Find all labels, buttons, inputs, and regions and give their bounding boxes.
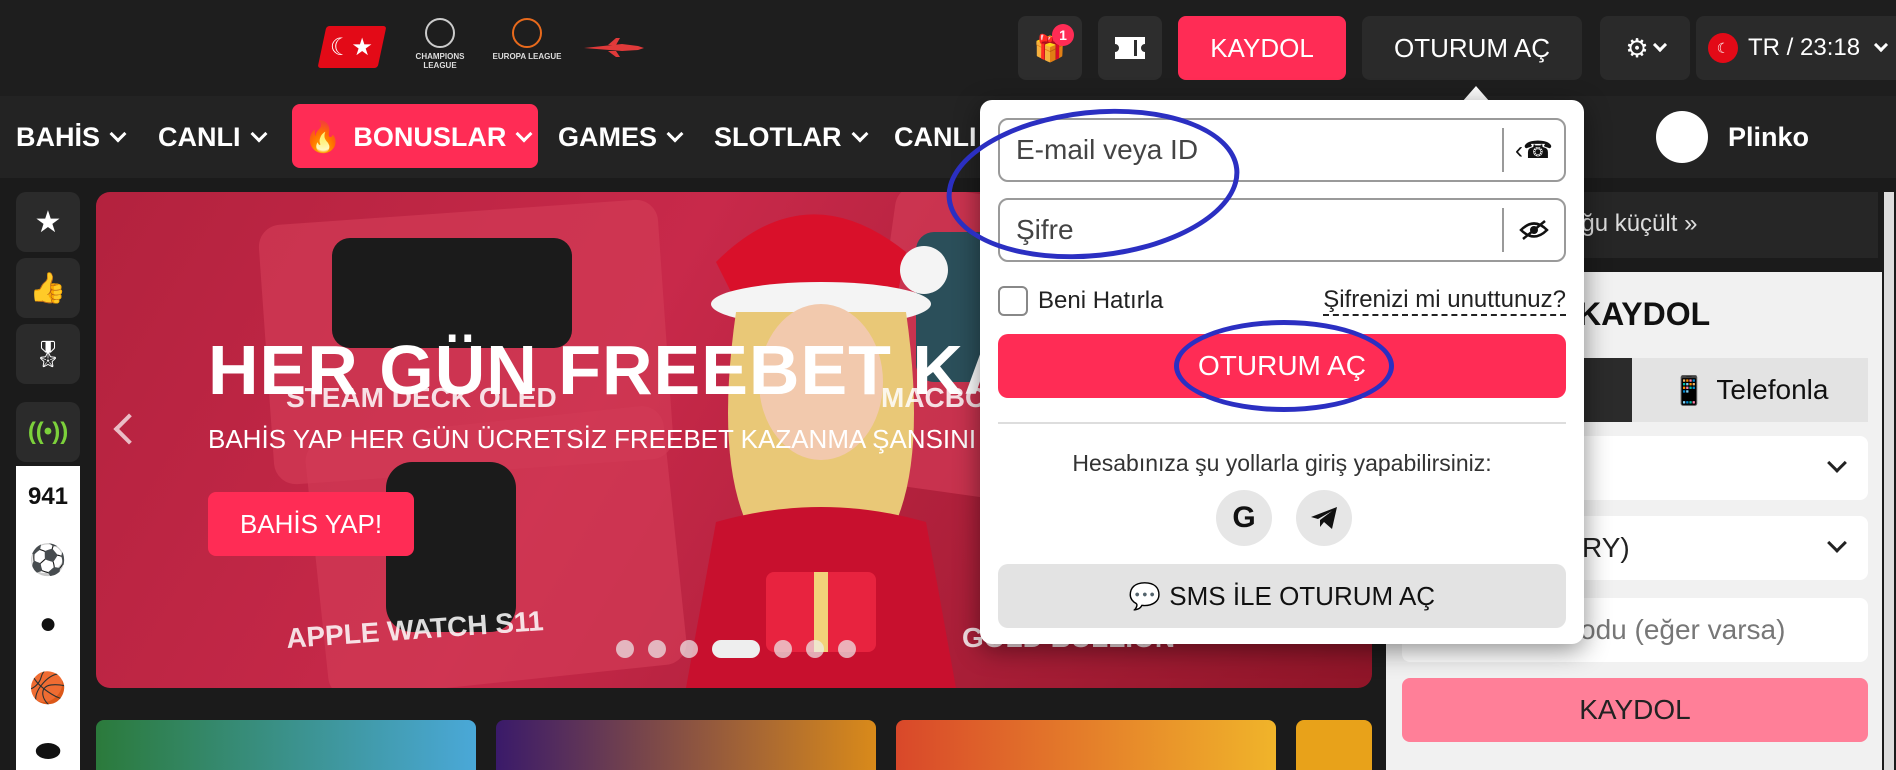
banner-prev-arrow[interactable] — [113, 413, 145, 445]
football-button[interactable]: ⚽ — [16, 528, 80, 592]
live-icon: ((•)) — [27, 418, 69, 445]
pagination-dot[interactable] — [680, 640, 698, 658]
telegram-login-button[interactable] — [1296, 490, 1352, 546]
language-time-label: TR / 23:18 — [1748, 34, 1861, 61]
event-count: 941 — [16, 466, 80, 528]
europa-league-logo[interactable]: EUROPA LEAGUE — [492, 18, 562, 61]
live-button[interactable]: ((•)) — [16, 402, 80, 462]
chat-icon: 💬 — [1128, 580, 1162, 611]
nav-item-bonuslar[interactable]: 🔥 BONUSLAR — [304, 96, 533, 178]
tennis-icon: ● — [38, 607, 58, 640]
popular-button[interactable]: 👍 — [16, 258, 80, 318]
remember-checkbox[interactable] — [998, 286, 1028, 316]
turkey-flag-icon[interactable]: ☾★ — [317, 26, 387, 68]
chevron-down-icon — [515, 125, 533, 143]
phone-icon: 📱 — [1671, 374, 1707, 406]
phone-icon: ‹☎ — [1515, 136, 1553, 164]
chevron-down-icon — [666, 125, 684, 143]
nav-item-games[interactable]: GAMES — [558, 96, 684, 178]
forgot-password-link[interactable]: Şifrenizi mi unuttunuz? — [1323, 286, 1566, 316]
plinko-ball-icon — [1656, 111, 1708, 163]
game-thumbnail[interactable] — [496, 720, 876, 770]
football-icon: ⚽ — [29, 543, 67, 577]
champions-league-logo[interactable]: CHAMPIONS LEAGUE — [405, 18, 475, 70]
annotation-ellipse — [1174, 320, 1394, 412]
sms-login-button[interactable]: 💬 SMS İLE OTURUM AÇ — [998, 564, 1566, 628]
collapse-toggle[interactable]: oğu küçült » — [1568, 210, 1697, 238]
chevron-down-icon — [1652, 37, 1667, 53]
bet-now-button[interactable]: BAHİS YAP! — [208, 492, 414, 556]
hockey-icon: ⬬ — [35, 735, 61, 768]
google-icon: G — [1232, 501, 1256, 534]
banner-subtitle: BAHİS YAP HER GÜN ÜCRETSİZ FREEBET KAZAN… — [208, 424, 977, 454]
tennis-button[interactable]: ● — [16, 592, 80, 656]
chevron-down-icon — [1827, 533, 1847, 553]
gift-count-badge: 1 — [1052, 24, 1074, 46]
thumbs-up-icon: 👍 — [29, 271, 67, 305]
game-thumbnail[interactable] — [1296, 720, 1372, 770]
eye-off-icon — [1519, 220, 1549, 240]
game-thumbnail[interactable] — [96, 720, 476, 770]
pagination-dot[interactable] — [648, 640, 666, 658]
uel-trophy-icon — [512, 18, 542, 48]
login-button[interactable]: OTURUM AÇ — [1362, 16, 1582, 80]
sport-sidebar: ★ 👍 🎖 ((•)) 941 ⚽ ● 🏀 ⬬ — [16, 192, 80, 770]
award-icon: 🎖 — [31, 338, 65, 369]
basketball-button[interactable]: 🏀 — [16, 656, 80, 720]
google-login-button[interactable]: G — [1216, 490, 1272, 546]
favorites-button[interactable]: ★ — [16, 192, 80, 252]
hockey-button[interactable]: ⬬ — [16, 720, 80, 770]
nav-item-canli[interactable]: CANLI — [158, 96, 267, 178]
pagination-dot[interactable] — [838, 640, 856, 658]
register-submit-button[interactable]: KAYDOL — [1402, 678, 1868, 742]
top-events-button[interactable]: 🎖 — [16, 324, 80, 384]
pagination-dot-active[interactable] — [712, 640, 760, 658]
register-button[interactable]: KAYDOL — [1178, 16, 1346, 80]
chevron-down-icon — [250, 125, 267, 143]
chevron-down-icon — [1827, 453, 1847, 473]
telegram-icon — [1311, 507, 1337, 529]
aviator-plane-icon[interactable] — [582, 36, 646, 58]
divider — [998, 422, 1566, 424]
show-password-toggle[interactable] — [1502, 208, 1564, 252]
pagination-dot[interactable] — [774, 640, 792, 658]
chevron-down-icon — [1873, 37, 1889, 53]
chevron-down-icon — [109, 125, 127, 143]
gift-button[interactable]: 🎁 1 — [1018, 16, 1082, 80]
ucl-ball-icon — [425, 18, 455, 48]
remember-me[interactable]: Beni Hatırla — [998, 286, 1163, 316]
pagination-dot[interactable] — [616, 640, 634, 658]
nav-item-bahis[interactable]: BAHİS — [16, 96, 127, 178]
register-title: KAYDOL — [1578, 296, 1711, 332]
star-icon: ★ — [34, 205, 62, 239]
social-login-text: Hesabınıza şu yollarla giriş yapabilirsi… — [1072, 450, 1492, 476]
game-thumbnail[interactable] — [896, 720, 1276, 770]
fire-icon: 🔥 — [304, 120, 342, 154]
tab-phone[interactable]: 📱 Telefonla — [1632, 358, 1868, 422]
scrollbar[interactable] — [1884, 192, 1894, 770]
bet-slip-button[interactable] — [1098, 16, 1162, 80]
banner-pagination — [616, 640, 856, 658]
language-time-button[interactable]: ☾ TR / 23:18 — [1696, 16, 1896, 80]
gear-icon: ⚙ — [1625, 32, 1649, 63]
chevron-down-icon — [851, 125, 868, 143]
top-bar: ☾★ CHAMPIONS LEAGUE EUROPA LEAGUE 🎁 1 KA… — [0, 0, 1896, 96]
nav-item-slotlar[interactable]: SLOTLAR — [714, 96, 868, 178]
phone-login-toggle[interactable]: ‹☎ — [1502, 128, 1564, 172]
settings-button[interactable]: ⚙ — [1600, 16, 1690, 80]
pagination-dot[interactable] — [806, 640, 824, 658]
banner-title: HER GÜN FREEBET KAZA — [208, 331, 1111, 409]
basketball-icon: 🏀 — [29, 671, 67, 705]
nav-item-plinko[interactable]: Plinko — [1656, 96, 1809, 178]
ticket-icon — [1115, 37, 1145, 59]
turkey-flag-icon: ☾ — [1708, 33, 1738, 63]
